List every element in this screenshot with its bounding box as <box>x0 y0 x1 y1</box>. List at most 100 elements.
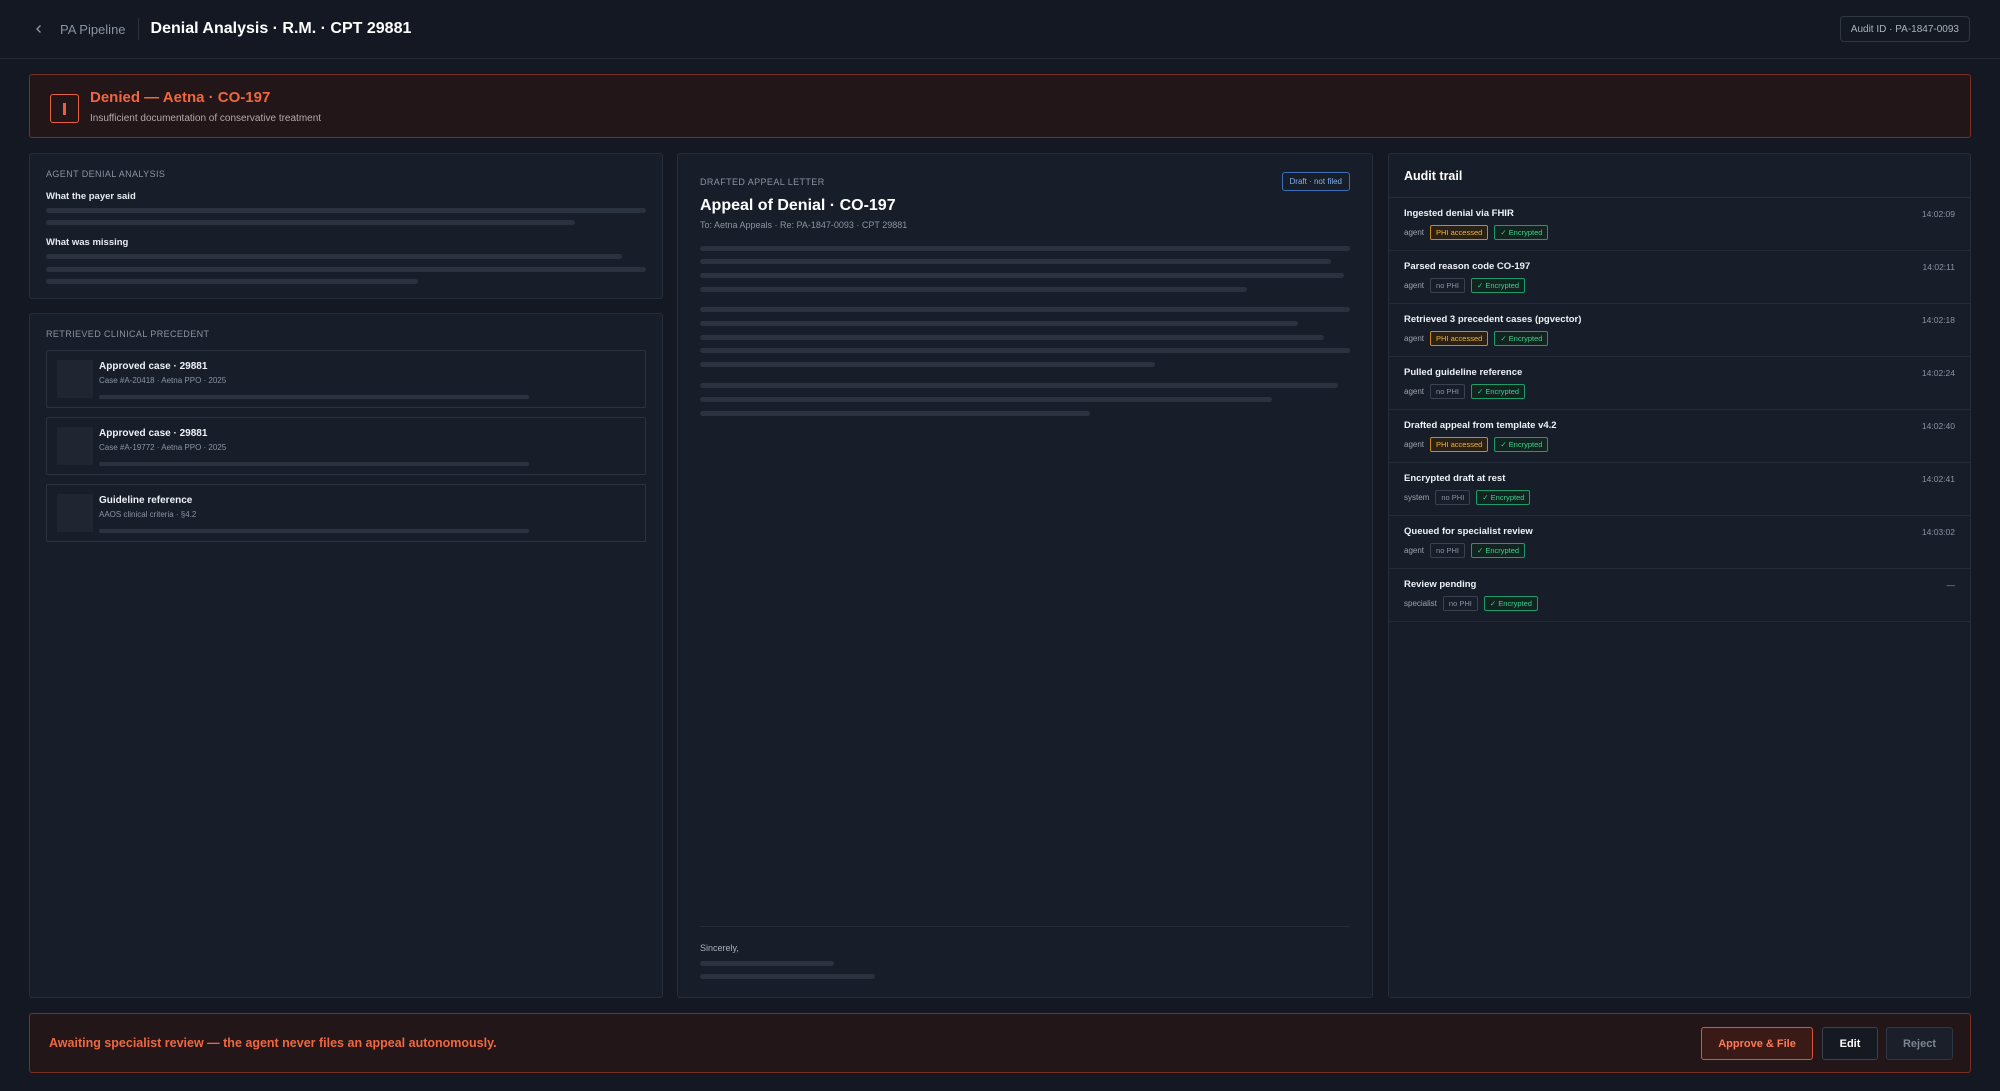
audit-actor: system <box>1404 493 1430 502</box>
denial-analysis-panel: Agent denial analysis What the payer sai… <box>29 153 663 299</box>
letter-text-placeholder <box>700 307 1350 312</box>
card-subtitle: Case #A-19772 · Aetna PPO · 2025 <box>99 443 227 452</box>
precedent-card[interactable]: Approved case · 29881 Case #A-20418 · Ae… <box>46 350 646 408</box>
document-thumbnail <box>57 360 93 398</box>
audit-timestamp: 14:02:11 <box>1922 262 1955 272</box>
audit-row: Encrypted draft at rest 14:02:41 system … <box>1389 463 1970 516</box>
approve-and-file-button[interactable]: Approve & File <box>1701 1027 1813 1060</box>
audit-timestamp: 14:03:02 <box>1921 527 1955 537</box>
audit-row: Queued for specialist review 14:03:02 ag… <box>1389 516 1970 569</box>
encrypted-badge: ✓ Encrypted <box>1494 437 1549 452</box>
audit-actor: agent <box>1404 387 1425 396</box>
letter-text-placeholder <box>700 383 1338 388</box>
audit-row: Drafted appeal from template v4.2 14:02:… <box>1389 410 1970 463</box>
letter-text-placeholder <box>700 411 1090 416</box>
missing-heading: What was missing <box>46 237 129 248</box>
audit-timestamp: 14:02:40 <box>1921 421 1955 431</box>
reject-button[interactable]: Reject <box>1886 1027 1953 1060</box>
edit-button[interactable]: Edit <box>1822 1027 1878 1060</box>
encrypted-badge: ✓ Encrypted <box>1470 384 1526 399</box>
letter-text-placeholder <box>700 335 1324 340</box>
audit-row: Parsed reason code CO-197 14:02:11 agent… <box>1389 251 1970 304</box>
encrypted-badge: ✓ Encrypted <box>1494 225 1549 240</box>
text-placeholder <box>46 254 622 259</box>
letter-text-placeholder <box>700 259 1331 264</box>
audit-event: Ingested denial via FHIR <box>1404 208 1514 219</box>
breadcrumb-divider <box>137 18 139 40</box>
audit-trail-panel: Audit trail Ingested denial via FHIR 14:… <box>1388 153 1971 998</box>
back-chevron-icon[interactable] <box>30 20 48 38</box>
phi-badge: PHI accessed <box>1430 331 1489 346</box>
text-placeholder <box>46 208 646 213</box>
clinical-precedent-panel: Retrieved clinical precedent Approved ca… <box>29 313 663 998</box>
text-placeholder <box>99 462 529 466</box>
audit-row: Retrieved 3 precedent cases (pgvector) 1… <box>1389 304 1970 357</box>
letter-text-placeholder <box>700 321 1298 326</box>
audit-timestamp: 14:02:09 <box>1921 209 1955 219</box>
alert-icon <box>50 94 79 123</box>
payer-said-heading: What the payer said <box>46 191 136 202</box>
precedent-section-label: Retrieved clinical precedent <box>46 329 210 339</box>
audit-event: Encrypted draft at rest <box>1404 473 1506 484</box>
top-bar: PA Pipeline Denial Analysis · R.M. · CPT… <box>0 0 2000 59</box>
phi-badge: PHI accessed <box>1430 225 1489 240</box>
precedent-card[interactable]: Approved case · 29881 Case #A-19772 · Ae… <box>46 417 646 475</box>
letter-text-placeholder <box>700 273 1344 278</box>
encrypted-badge: ✓ Encrypted <box>1483 596 1538 611</box>
letter-recipient: To: Aetna Appeals · Re: PA-1847-0093 · C… <box>700 220 908 230</box>
review-status-message: Awaiting specialist review — the agent n… <box>49 1036 497 1050</box>
phi-badge: no PHI <box>1430 384 1465 399</box>
audit-id-badge: Audit ID · PA-1847-0093 <box>1839 16 1970 42</box>
signature-placeholder <box>700 961 834 966</box>
audit-event: Review pending <box>1404 579 1477 590</box>
denial-subtitle: Insufficient documentation of conservati… <box>90 113 322 124</box>
letter-text-placeholder <box>700 246 1350 251</box>
card-title: Approved case · 29881 <box>99 428 208 439</box>
text-placeholder <box>99 529 529 533</box>
letter-closing: Sincerely, <box>700 943 739 953</box>
encrypted-badge: ✓ Encrypted <box>1494 331 1549 346</box>
letter-text-placeholder <box>700 348 1350 353</box>
audit-timestamp: 14:02:41 <box>1921 474 1955 484</box>
audit-actor: agent <box>1404 228 1425 237</box>
audit-row: Ingested denial via FHIR 14:02:09 agent … <box>1389 198 1970 251</box>
card-subtitle: Case #A-20418 · Aetna PPO · 2025 <box>99 376 227 385</box>
letter-text-placeholder <box>700 287 1247 292</box>
page-title: Denial Analysis · R.M. · CPT 29881 <box>150 20 412 37</box>
audit-row: Review pending — specialist no PHI ✓ Enc… <box>1389 569 1970 622</box>
audit-event: Retrieved 3 precedent cases (pgvector) <box>1404 314 1582 325</box>
encrypted-badge: ✓ Encrypted <box>1470 543 1526 558</box>
encrypted-badge: ✓ Encrypted <box>1476 490 1531 505</box>
audit-actor: agent <box>1404 334 1425 343</box>
denial-banner: Denied — Aetna · CO-197 Insufficient doc… <box>29 74 1971 138</box>
audit-event: Queued for specialist review <box>1404 526 1533 537</box>
audit-actor: agent <box>1404 546 1425 555</box>
precedent-card[interactable]: Guideline reference AAOS clinical criter… <box>46 484 646 542</box>
audit-event: Parsed reason code CO-197 <box>1404 261 1531 272</box>
analysis-section-label: Agent denial analysis <box>46 169 166 179</box>
audit-event: Drafted appeal from template v4.2 <box>1404 420 1557 431</box>
text-placeholder <box>46 267 646 272</box>
text-placeholder <box>99 395 529 399</box>
phi-badge: PHI accessed <box>1430 437 1489 452</box>
audit-timestamp: 14:02:24 <box>1921 368 1955 378</box>
audit-event: Pulled guideline reference <box>1404 367 1523 378</box>
audit-actor: specialist <box>1404 599 1437 608</box>
audit-row: Pulled guideline reference 14:02:24 agen… <box>1389 357 1970 410</box>
document-thumbnail <box>57 427 93 465</box>
encrypted-badge: ✓ Encrypted <box>1470 278 1526 293</box>
card-title: Approved case · 29881 <box>99 361 208 372</box>
breadcrumb-pa-pipeline[interactable]: PA Pipeline <box>60 22 126 37</box>
phi-badge: no PHI <box>1442 596 1478 611</box>
audit-trail-title: Audit trail <box>1404 169 1463 183</box>
text-placeholder <box>46 279 418 284</box>
letter-text-placeholder <box>700 397 1272 402</box>
audit-actor: agent <box>1404 281 1425 290</box>
text-placeholder <box>46 220 575 225</box>
phi-badge: no PHI <box>1430 278 1465 293</box>
appeal-letter-panel: Drafted appeal letter Draft · not filed … <box>677 153 1373 998</box>
review-action-bar: Awaiting specialist review — the agent n… <box>29 1013 1971 1073</box>
signature-placeholder <box>700 974 875 979</box>
draft-status-badge: Draft · not filed <box>1281 172 1350 191</box>
letter-section-label: Drafted appeal letter <box>700 177 825 187</box>
